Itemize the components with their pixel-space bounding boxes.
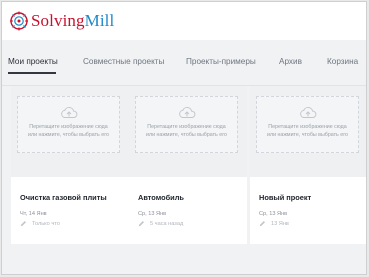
project-edited: 13 Янв [259,220,289,227]
tab-example-projects[interactable]: Проекты-примеры [186,57,256,66]
header: SolvingMill [2,2,366,40]
cloud-upload-icon [178,106,195,118]
pencil-icon [259,221,265,227]
project-card[interactable]: Перетащите изображение сюда или нажмите,… [129,86,247,244]
project-edited: Только что [20,220,60,227]
projects-grid: Перетащите изображение сюда или нажмите,… [2,86,366,274]
project-title[interactable]: Автомобиль [138,193,184,202]
tab-archive[interactable]: Архив [279,57,302,66]
tab-shared-projects[interactable]: Совместные проекты [83,57,164,66]
logo-icon [10,11,28,31]
logo-text-solving: Solving [31,11,85,30]
dropzone-line-1: Перетащите изображение сюда [268,124,347,130]
pencil-icon [20,221,26,227]
logo-text: SolvingMill [31,10,114,32]
tab-trash[interactable]: Корзина [327,57,358,66]
project-edited: 5 часа назад [138,220,183,227]
logo[interactable]: SolvingMill [9,9,114,33]
dropzone-text: Перетащите изображение сюда или нажмите,… [258,123,358,139]
tabs-bar: Мои проекты Совместные проекты Проекты-п… [2,40,366,86]
project-date: Ср, 13 Янв [259,211,288,217]
dropzone-text: Перетащите изображение сюда или нажмите,… [19,123,119,139]
cloud-upload-icon [299,106,316,118]
image-dropzone[interactable]: Перетащите изображение сюда или нажмите,… [17,96,120,153]
image-dropzone[interactable]: Перетащите изображение сюда или нажмите,… [256,96,359,153]
pencil-icon [138,221,144,227]
project-edited-text: Только что [32,220,60,227]
project-card[interactable]: Перетащите изображение сюда или нажмите,… [11,86,129,244]
card-image-area: Перетащите изображение сюда или нажмите,… [250,86,366,177]
image-dropzone[interactable]: Перетащите изображение сюда или нажмите,… [135,96,238,153]
dropzone-line-1: Перетащите изображение сюда [29,124,108,130]
project-date: Чт, 14 Янв [20,211,47,217]
project-edited-text: 5 часа назад [150,220,184,227]
tab-my-projects[interactable]: Мои проекты [8,57,58,66]
dropzone-line-2: или нажмите, чтобы выбрать его [146,132,227,139]
project-title[interactable]: Очистка газовой плиты [20,193,107,202]
project-edited-text: 13 Янв [271,220,289,227]
logo-text-mill: Mill [84,11,115,30]
dropzone-line-2: или нажмите, чтобы выбрать его [267,132,348,139]
project-date: Ср, 13 Янв [138,211,167,217]
dropzone-line-1: Перетащите изображение сюда [147,124,226,130]
card-image-area: Перетащите изображение сюда или нажмите,… [11,86,129,177]
cloud-upload-icon [60,106,77,118]
project-card[interactable]: Перетащите изображение сюда или нажмите,… [250,86,366,244]
dropzone-text: Перетащите изображение сюда или нажмите,… [137,123,237,139]
active-tab-indicator [8,72,56,74]
card-image-area: Перетащите изображение сюда или нажмите,… [129,86,247,177]
project-title[interactable]: Новый проект [259,193,311,202]
dropzone-line-2: или нажмите, чтобы выбрать его [28,132,109,139]
app-window: SolvingMill Мои проекты Совместные проек… [1,1,367,275]
